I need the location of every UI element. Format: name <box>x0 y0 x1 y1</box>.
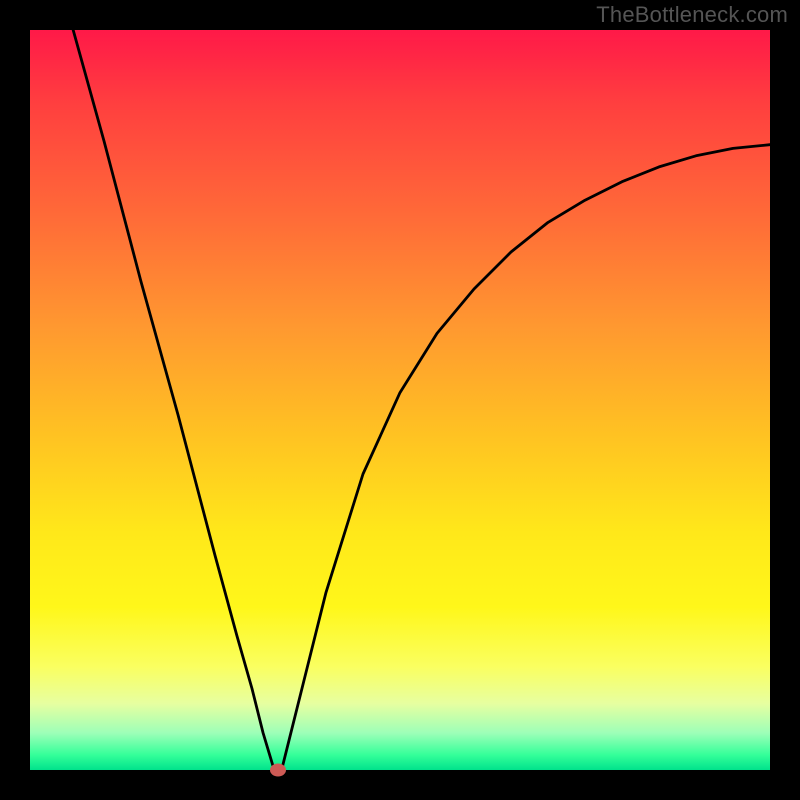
watermark-text: TheBottleneck.com <box>596 2 788 28</box>
bottleneck-curve <box>67 30 770 770</box>
chart-container: TheBottleneck.com <box>0 0 800 800</box>
plot-area <box>30 30 770 770</box>
curve-svg <box>30 30 770 770</box>
minimum-marker <box>270 764 286 777</box>
